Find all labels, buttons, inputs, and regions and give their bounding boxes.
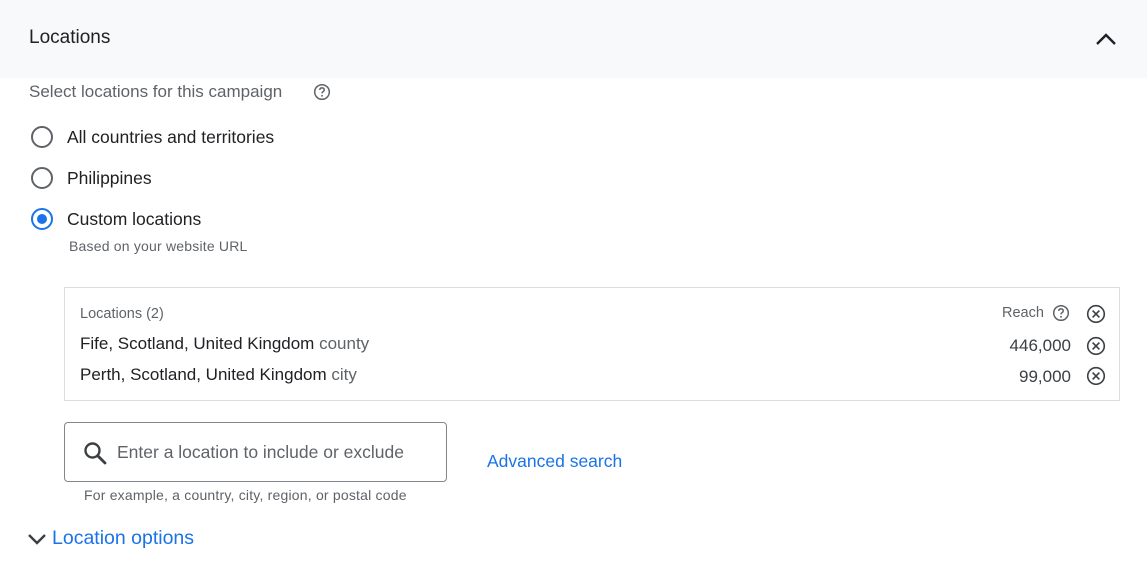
- search-icon: [84, 442, 107, 465]
- location-row: Perth, Scotland, United Kingdom city: [80, 365, 357, 385]
- chevron-up-icon[interactable]: [1094, 29, 1118, 49]
- search-hint: For example, a country, city, region, or…: [84, 487, 407, 503]
- radio-button[interactable]: [31, 126, 53, 148]
- remove-all-icon[interactable]: [1086, 304, 1106, 324]
- location-search-box[interactable]: [64, 422, 447, 482]
- radio-sublabel: Based on your website URL: [69, 238, 248, 254]
- remove-location-icon[interactable]: [1086, 336, 1106, 356]
- location-options-toggle[interactable]: Location options: [26, 527, 194, 550]
- location-reach: 446,000: [1009, 336, 1071, 355]
- radio-philippines[interactable]: Philippines: [31, 167, 152, 189]
- radio-label: Custom locations: [67, 208, 202, 229]
- section-header[interactable]: Locations: [0, 0, 1147, 78]
- help-icon[interactable]: [313, 83, 331, 101]
- radio-button[interactable]: [31, 167, 53, 189]
- location-search-input[interactable]: [117, 424, 437, 480]
- chevron-down-icon: [28, 533, 46, 545]
- reach-label: Reach: [1002, 305, 1044, 321]
- advanced-search-link[interactable]: Advanced search: [487, 451, 622, 472]
- remove-location-icon[interactable]: [1086, 366, 1106, 386]
- location-name: Fife, Scotland, United Kingdom: [80, 334, 315, 353]
- location-row: Fife, Scotland, United Kingdom county: [80, 334, 369, 354]
- section-title: Locations: [29, 27, 111, 48]
- radio-label: All countries and territories: [67, 126, 275, 147]
- locations-list: Locations (2) Reach Fife, Scotland, Unit…: [64, 287, 1120, 401]
- location-type: city: [331, 365, 357, 384]
- radio-custom-locations[interactable]: Custom locations: [31, 208, 201, 230]
- section-subtitle: Select locations for this campaign: [29, 82, 283, 101]
- location-options-label: Location options: [52, 527, 195, 549]
- radio-label: Philippines: [67, 167, 152, 188]
- help-icon[interactable]: [1052, 304, 1070, 322]
- location-type: county: [319, 334, 370, 353]
- locations-header: Locations (2): [80, 306, 164, 322]
- location-name: Perth, Scotland, United Kingdom: [80, 365, 327, 384]
- radio-all-countries[interactable]: All countries and territories: [31, 126, 274, 148]
- location-reach: 99,000: [1019, 367, 1071, 386]
- radio-button-selected[interactable]: [31, 208, 53, 230]
